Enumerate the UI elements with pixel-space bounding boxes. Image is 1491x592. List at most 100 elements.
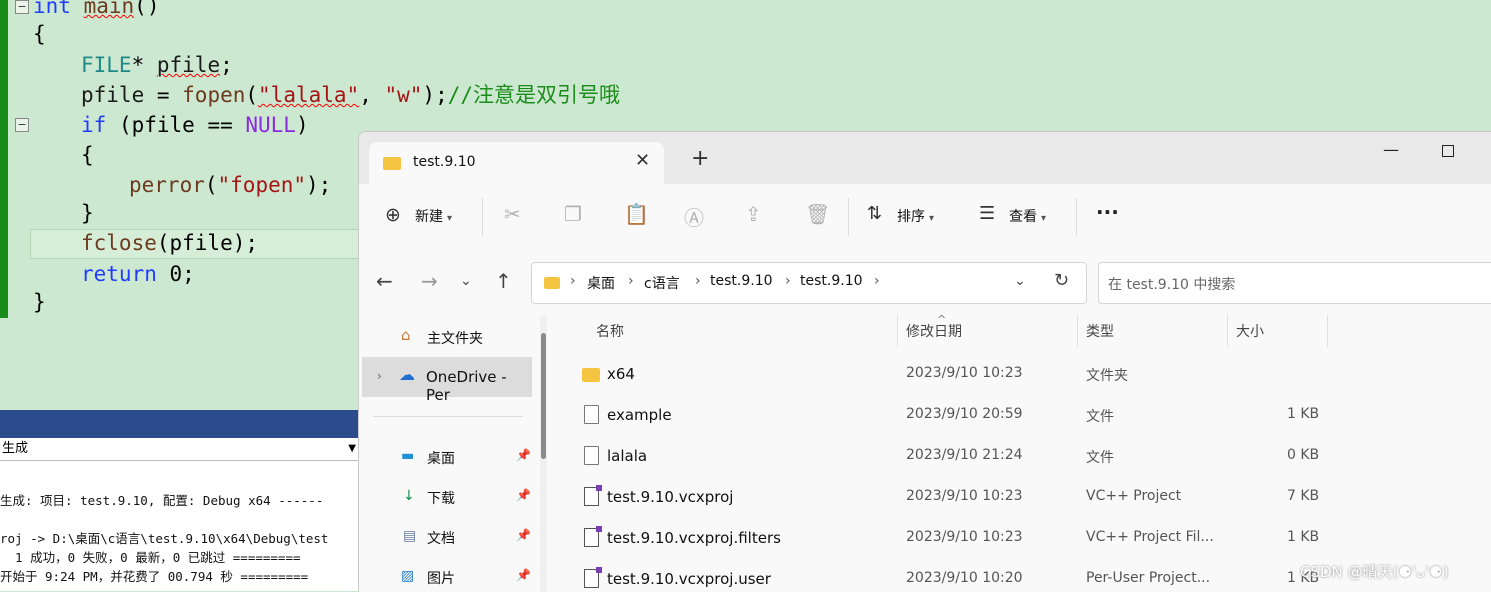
- share-icon[interactable]: ⇪: [745, 202, 762, 226]
- code-line-9[interactable]: fclose(pfile);: [81, 228, 258, 258]
- code-line-2[interactable]: {: [33, 19, 46, 49]
- cloud-icon: ☁: [399, 365, 415, 384]
- copy-icon[interactable]: ❐: [564, 202, 582, 226]
- view-icon: ☰: [979, 203, 996, 224]
- code-line-5[interactable]: if (pfile == NULL): [81, 110, 309, 140]
- column-divider[interactable]: [1327, 315, 1328, 347]
- recent-locations-chevron-icon[interactable]: ⌄: [460, 273, 472, 289]
- file-row-vcxproj[interactable]: test.9.10.vcxproj 2023/9/10 10:23 VC++ P…: [554, 478, 1491, 518]
- delete-icon[interactable]: 🗑: [805, 202, 830, 226]
- chevron-down-icon: ▼: [348, 443, 356, 454]
- title-bar: test.9.10 ✕ + —: [359, 132, 1491, 184]
- watermark: CSDN @晴天(⚈'ᴗ'⚈): [1300, 563, 1449, 581]
- code-line-10[interactable]: return 0;: [81, 259, 195, 289]
- sidebar-item-home[interactable]: ⌂ 主文件夹: [359, 317, 534, 357]
- navigation-bar: ← → ⌄ ↑ › 桌面 › c语言 › test.9.10 › test.9.…: [359, 249, 1491, 313]
- chevron-right-icon: ›: [377, 369, 382, 383]
- output-panel: 生成 ▼ 生成: 项目: test.9.10, 配置: Debug x64 --…: [0, 410, 358, 591]
- sidebar-item-downloads[interactable]: ↓ 下载 📌: [359, 477, 534, 517]
- home-icon: ⌂: [401, 326, 411, 344]
- forward-arrow-icon[interactable]: →: [421, 269, 438, 293]
- tab-test-9-10[interactable]: test.9.10 ✕: [369, 142, 664, 184]
- refresh-icon[interactable]: ↻: [1054, 270, 1069, 291]
- sidebar-item-documents[interactable]: ▤ 文档 📌: [359, 517, 534, 557]
- vc-project-filters-icon: [584, 526, 602, 547]
- folder-icon: [383, 157, 401, 170]
- breadcrumb-separator: ›: [695, 273, 701, 289]
- column-header-size[interactable]: 大小: [1236, 321, 1264, 341]
- column-header-type[interactable]: 类型: [1086, 321, 1114, 341]
- breadcrumb-item-test-9-10-sub[interactable]: test.9.10: [800, 273, 863, 289]
- address-dropdown-chevron-icon[interactable]: ⌄: [1014, 273, 1026, 289]
- chevron-down-icon: ▾: [447, 213, 453, 224]
- view-button[interactable]: 查看 ▾: [1009, 206, 1046, 226]
- maximize-icon[interactable]: [1442, 145, 1454, 157]
- output-line: 生成: 项目: test.9.10, 配置: Debug x64 ------: [0, 493, 324, 508]
- toolbar-divider: [1076, 198, 1077, 236]
- fold-toggle-main[interactable]: −: [15, 0, 29, 14]
- output-source-select[interactable]: 生成 ▼: [0, 438, 358, 461]
- navigation-pane-scrollbar[interactable]: [540, 315, 547, 592]
- code-line-1[interactable]: int main(): [33, 0, 159, 21]
- sort-button[interactable]: 排序 ▾: [897, 206, 934, 226]
- output-panel-header: [0, 410, 358, 438]
- toolbar-divider: [848, 198, 849, 236]
- paste-icon[interactable]: 📋: [624, 202, 649, 226]
- change-indicator-bar: [0, 0, 8, 318]
- command-bar: ⊕ 新建 ▾ ✂ ❐ 📋 Ⓐ ⇪ 🗑 ⇅ 排序 ▾ ☰ 查看 ▾ ···: [359, 184, 1491, 250]
- code-line-3[interactable]: FILE* pfile;: [81, 50, 233, 80]
- navigation-pane: ⌂ 主文件夹 › ☁ OneDrive - Per ▬ 桌面 📌 ↓ 下载 📌 …: [359, 313, 534, 592]
- document-icon: ▤: [403, 528, 417, 544]
- fold-toggle-if[interactable]: −: [15, 118, 29, 132]
- column-divider[interactable]: [1227, 315, 1228, 347]
- up-arrow-icon[interactable]: ↑: [495, 269, 512, 293]
- search-box[interactable]: 在 test.9.10 中搜索: [1098, 262, 1491, 304]
- cut-icon[interactable]: ✂: [504, 202, 521, 226]
- pin-icon: 📌: [516, 528, 531, 542]
- desktop-icon: ▬: [401, 448, 415, 464]
- output-line: 开始于 9:24 PM，并花费了 00.794 秒 =========: [0, 569, 309, 584]
- close-icon[interactable]: ✕: [635, 150, 650, 171]
- breadcrumb-separator: ›: [785, 273, 791, 289]
- pin-icon: 📌: [516, 568, 531, 582]
- code-line-7[interactable]: perror("fopen");: [129, 170, 331, 200]
- vc-project-user-icon: [584, 567, 602, 588]
- breadcrumb-separator: ›: [628, 273, 634, 289]
- column-divider[interactable]: [1077, 315, 1078, 347]
- file-explorer-window: test.9.10 ✕ + — ⊕ 新建 ▾ ✂ ❐ 📋 Ⓐ ⇪ 🗑 ⇅ 排序 ▾ …: [358, 131, 1491, 592]
- column-header-modified[interactable]: 修改日期: [906, 321, 962, 341]
- sidebar-item-pictures[interactable]: ▨ 图片 📌: [359, 557, 534, 592]
- search-placeholder: 在 test.9.10 中搜索: [1108, 277, 1236, 293]
- address-bar[interactable]: › 桌面 › c语言 › test.9.10 › test.9.10 › ⌄ ↻: [531, 262, 1087, 304]
- code-line-11[interactable]: }: [33, 287, 46, 317]
- file-row-example[interactable]: example 2023/9/10 20:59 文件 1 KB: [554, 396, 1491, 436]
- sidebar-item-onedrive[interactable]: › ☁ OneDrive - Per: [362, 357, 532, 404]
- code-line-6[interactable]: {: [81, 140, 94, 170]
- sidebar-item-desktop[interactable]: ▬ 桌面 📌: [359, 437, 534, 477]
- pin-icon: 📌: [516, 448, 531, 462]
- add-tab-icon[interactable]: +: [691, 148, 709, 170]
- breadcrumb-item-c-lang[interactable]: c语言: [644, 273, 680, 293]
- sort-icon: ⇅: [867, 203, 883, 224]
- file-row-vcxproj-filters[interactable]: test.9.10.vcxproj.filters 2023/9/10 10:2…: [554, 519, 1491, 559]
- breadcrumb-item-test-9-10[interactable]: test.9.10: [710, 273, 773, 289]
- column-divider[interactable]: [897, 315, 898, 347]
- chevron-down-icon: ▾: [929, 213, 935, 224]
- code-line-8[interactable]: }: [81, 198, 94, 228]
- tab-title: test.9.10: [413, 154, 476, 170]
- new-button[interactable]: 新建 ▾: [415, 206, 452, 226]
- sidebar-divider: [373, 416, 523, 417]
- rename-icon[interactable]: Ⓐ: [684, 202, 704, 231]
- file-row-lalala[interactable]: lalala 2023/9/10 21:24 文件 0 KB: [554, 437, 1491, 477]
- output-line: 1 成功，0 失败，0 最新，0 已跳过 =========: [0, 550, 301, 565]
- minimize-icon[interactable]: —: [1383, 140, 1399, 159]
- folder-icon: [544, 277, 560, 289]
- scrollbar-thumb[interactable]: [541, 333, 546, 459]
- file-row-x64[interactable]: x64 2023/9/10 10:23 文件夹: [554, 355, 1491, 395]
- breadcrumb-item-desktop[interactable]: 桌面: [587, 273, 615, 293]
- back-arrow-icon[interactable]: ←: [376, 269, 393, 293]
- more-options-button[interactable]: ···: [1096, 200, 1119, 224]
- column-header-name[interactable]: 名称: [596, 321, 624, 341]
- breadcrumb-separator: ›: [570, 273, 576, 289]
- code-line-4[interactable]: pfile = fopen("lalala", "w");//注意是双引号哦: [81, 80, 620, 110]
